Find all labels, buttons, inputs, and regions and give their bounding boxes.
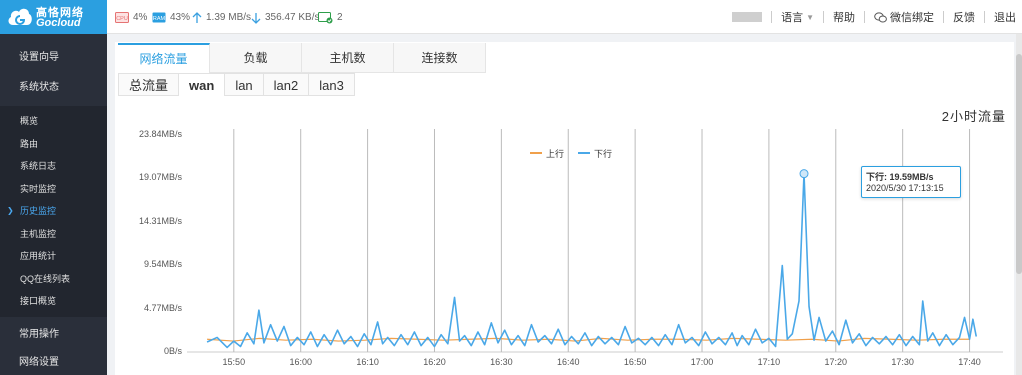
sidebar-item-3[interactable]: 实时监控 (0, 178, 107, 201)
wechat-icon (874, 11, 887, 22)
upload-status: 1.39 MB/s (192, 10, 251, 25)
y-tick-label: 14.31MB/s (138, 215, 182, 226)
x-tick-label: 16:10 (356, 357, 379, 367)
app-root: 高恪网络 Gocloud CPU 4% RAM 43% 1.39 MB/s 35… (0, 0, 1022, 375)
feedback-link[interactable]: 反馈 (953, 9, 975, 25)
username-blurred (732, 12, 763, 22)
legend-upload[interactable]: 上行 (530, 147, 564, 159)
sidebar: 设置向导 系统状态 概览路由系统日志实时监控 ❯ 历史监控主机监控应用统计 QQ在线列… (0, 34, 107, 375)
upload-value: 1.39 MB/s (206, 12, 252, 23)
sidebar-item-2[interactable]: 系统日志 (0, 155, 107, 178)
sidebar-item-network-settings[interactable]: 网络设置 (0, 348, 107, 375)
sidebar-item-7[interactable]: QQ在线列表 (0, 268, 107, 291)
cpu-icon: CPU (115, 12, 129, 23)
download-arrow-icon (251, 12, 261, 24)
brand-name-en: Gocloud (36, 17, 81, 29)
online-hosts-status: 2 (318, 10, 343, 25)
x-tick-label: 17:00 (690, 357, 714, 367)
brand-logo[interactable]: 高恪网络 Gocloud (0, 0, 107, 34)
active-arrow-icon: ❯ (7, 206, 14, 215)
language-menu[interactable]: 语言 ▼ (781, 9, 814, 25)
y-tick-label: 4.77MB/s (143, 302, 182, 313)
sidebar-item-6[interactable]: 应用统计 (0, 245, 107, 268)
ram-status: RAM 43% (152, 10, 190, 25)
legend-upload-label: 上行 (546, 148, 565, 159)
x-tick-label: 17:10 (757, 357, 781, 367)
legend-download-label: 下行 (594, 148, 613, 159)
legend-download-swatch (578, 152, 590, 154)
upload-arrow-icon (192, 11, 202, 23)
top-bar: 高恪网络 Gocloud CPU 4% RAM 43% 1.39 MB/s 35… (0, 0, 1022, 34)
y-tick-label: 23.84MB/s (138, 129, 182, 139)
divider (771, 11, 773, 23)
tooltip-value: 下行: 19.59MB/s (866, 172, 934, 182)
sidebar-item-0[interactable]: 概览 (0, 110, 107, 133)
divider (984, 11, 985, 23)
chart-tooltip: 下行: 19.59MB/s 2020/5/30 17:13:15 (861, 166, 961, 198)
sidebar-item-setup[interactable]: 设置向导 (0, 34, 107, 78)
language-label: 语言 (781, 12, 804, 24)
x-tick-label: 16:20 (423, 357, 446, 367)
top-nav: 语言 ▼ 帮助 微信绑定 反馈 退出 (732, 0, 1016, 34)
cpu-value: 4% (133, 12, 148, 23)
x-tick-label: 16:00 (289, 357, 312, 367)
x-tick-label: 17:30 (891, 357, 914, 367)
download-value: 356.47 KB/s (265, 12, 320, 23)
highlight-point (799, 169, 809, 179)
x-tick-label: 17:40 (958, 357, 981, 367)
y-tick-label: 19.07MB/s (138, 172, 182, 183)
divider (823, 11, 824, 23)
chart-title: 2小时流量 (941, 109, 1006, 124)
x-tick-label: 16:40 (556, 357, 580, 367)
wechat-bind-label: 微信绑定 (890, 12, 934, 24)
sidebar-item-8[interactable]: 接口概览 (0, 290, 107, 313)
online-hosts-value: 2 (337, 12, 343, 23)
x-tick-label: 16:50 (623, 357, 647, 367)
ram-value: 43% (170, 12, 191, 23)
sidebar-item-label: 接口概览 (20, 296, 57, 306)
divider (943, 11, 944, 23)
y-tick-label: 0B/s (163, 346, 182, 356)
sidebar-item-label: 应用统计 (20, 251, 57, 261)
x-tick-label: 15:50 (222, 357, 246, 367)
sidebar-item-label: QQ在线列表 (20, 273, 71, 284)
page-scrollbar[interactable] (1016, 34, 1022, 375)
help-link[interactable]: 帮助 (833, 9, 855, 25)
legend-upload-swatch (530, 152, 542, 154)
cpu-status: CPU 4% (115, 10, 147, 25)
legend-download[interactable]: 下行 (578, 147, 612, 159)
download-series-line (206, 172, 978, 349)
sidebar-submenu: 概览路由系统日志实时监控 ❯ 历史监控主机监控应用统计 QQ在线列表 接口概览 (0, 106, 107, 317)
download-status: 356.47 KB/s (251, 10, 319, 25)
sidebar-item-label: 系统日志 (20, 161, 57, 171)
chevron-down-icon: ▼ (806, 12, 814, 22)
wechat-bind-link[interactable]: 微信绑定 (874, 9, 934, 25)
sidebar-item-label: 历史监控 (20, 206, 57, 216)
logout-link[interactable]: 退出 (994, 9, 1016, 25)
ram-icon-label: RAM (153, 16, 166, 22)
x-tick-label: 17:20 (824, 357, 848, 367)
sidebar-item-4[interactable]: ❯ 历史监控 (0, 200, 107, 223)
sidebar-item-5[interactable]: 主机监控 (0, 223, 107, 246)
divider (864, 11, 865, 23)
cpu-icon-label: CPU (116, 16, 128, 22)
traffic-chart (187, 129, 1003, 353)
tooltip-time: 2020/5/30 17:13:15 (866, 183, 944, 193)
cloud-logo-icon (8, 8, 32, 25)
sidebar-item-common-ops[interactable]: 常用操作 (0, 320, 107, 349)
sidebar-item-label: 概览 (20, 116, 39, 126)
x-tick-label: 16:30 (490, 357, 513, 367)
y-tick-label: 9.54MB/s (143, 259, 182, 270)
monitor-check-icon (318, 11, 333, 23)
scrollbar-thumb[interactable] (1016, 54, 1022, 274)
sidebar-item-label: 实时监控 (20, 183, 57, 194)
sidebar-item-1[interactable]: 路由 (0, 133, 107, 156)
sidebar-item-system-status[interactable]: 系统状态 (0, 78, 107, 106)
sidebar-item-label: 路由 (20, 138, 39, 149)
traffic-panel: 网络流量 负载 主机数 连接数 总流量 wan lan lan2 lan3 2小时流量 上行 … (115, 42, 1014, 375)
ram-icon: RAM (152, 12, 166, 23)
sidebar-item-label: 主机监控 (20, 228, 57, 239)
main-content: 网络流量 负载 主机数 连接数 总流量 wan lan lan2 lan3 2小时流量 上行 … (107, 34, 1022, 375)
